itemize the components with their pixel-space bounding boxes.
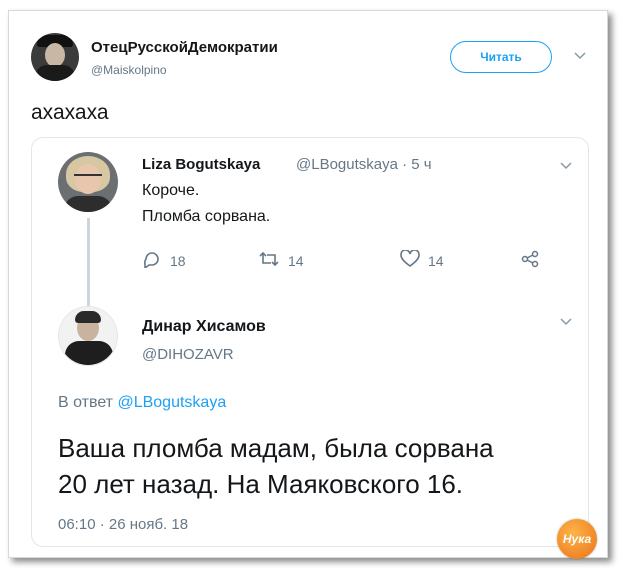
retweet-button[interactable]: 14 (258, 250, 304, 271)
reply-author-name[interactable]: Динар Хисамов (142, 318, 266, 336)
quoted-text-line: Короче. (142, 182, 200, 199)
like-icon (400, 249, 428, 271)
reply-count: 18 (170, 252, 186, 269)
thread-connector (87, 218, 90, 306)
reply-author-handle[interactable]: @DIHOZAVR (142, 346, 234, 363)
quoted-author-avatar[interactable] (58, 152, 118, 212)
reply-timestamp[interactable]: 06:10 · 26 нояб. 18 (58, 516, 188, 533)
reply-prefix: В ответ (58, 394, 114, 411)
tweet-text: ахахаха (31, 101, 109, 124)
quoted-text-line: Пломба сорвана. (142, 208, 271, 225)
reply-author-avatar[interactable] (58, 306, 118, 366)
chevron-down-icon[interactable] (560, 314, 572, 329)
tweet-card: ОтецРусскойДемократии @Maiskolpino Читат… (8, 10, 608, 559)
like-count: 14 (428, 252, 444, 269)
reply-text-line: Ваша пломба мадам, была сорвана (58, 433, 494, 463)
retweet-icon (258, 250, 288, 271)
reply-context: В ответ @LBogutskaya (58, 394, 226, 412)
reply-mention-link[interactable]: @LBogutskaya (117, 394, 226, 411)
share-icon (520, 250, 548, 271)
quoted-author-name[interactable]: Liza Bogutskaya (142, 156, 260, 173)
reply-text-line: 20 лет назад. На Маяковского 16. (58, 469, 464, 499)
quoted-meta: @LBogutskaya · 5 ч (296, 156, 432, 173)
reply-icon (142, 250, 170, 271)
chevron-down-icon[interactable] (560, 158, 572, 173)
chevron-down-icon[interactable] (572, 47, 588, 63)
follow-button[interactable]: Читать (450, 41, 552, 73)
like-button[interactable]: 14 (400, 249, 444, 271)
watermark-logo: Нука (557, 519, 597, 559)
share-button[interactable] (520, 250, 548, 271)
author-avatar[interactable] (31, 33, 79, 81)
quoted-thread[interactable]: Liza Bogutskaya @LBogutskaya · 5 ч Короч… (31, 137, 589, 547)
reply-button[interactable]: 18 (142, 250, 186, 271)
retweet-count: 14 (288, 252, 304, 269)
author-handle[interactable]: @Maiskolpino (91, 63, 167, 77)
author-name[interactable]: ОтецРусскойДемократии (91, 39, 278, 56)
